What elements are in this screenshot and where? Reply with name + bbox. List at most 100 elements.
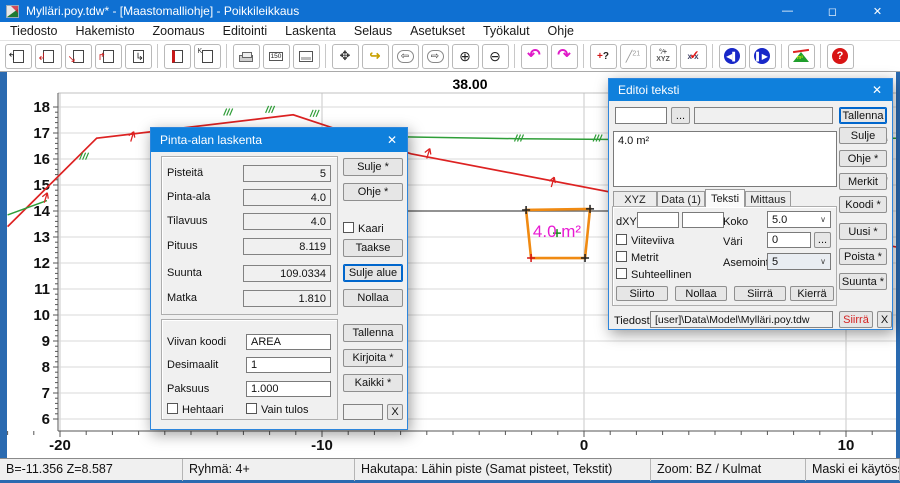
- button-kaikki[interactable]: Kaikki *: [343, 374, 403, 392]
- dy-input[interactable]: [682, 212, 724, 228]
- window-title: Mylläri.poy.tdw* - [Maastomalliohje] - P…: [26, 4, 299, 18]
- vari-input[interactable]: 0: [767, 232, 811, 248]
- menu-item-hakemisto[interactable]: Hakemisto: [67, 22, 142, 41]
- button-poista[interactable]: Poista *: [839, 248, 887, 265]
- doc-new-button[interactable]: [164, 44, 191, 69]
- dialog-title-bar[interactable]: Editoi teksti ✕: [609, 79, 892, 101]
- undo-button[interactable]: ↶: [521, 44, 548, 69]
- checkbox-suhteellinen[interactable]: [616, 268, 627, 279]
- angle-21-button[interactable]: ╱21: [620, 44, 647, 69]
- area-calc-button[interactable]: [788, 44, 815, 69]
- checkbox-viiteviiva[interactable]: [616, 234, 627, 245]
- checkbox-kaari[interactable]: [343, 222, 354, 233]
- button-merkit[interactable]: Merkit: [839, 173, 887, 190]
- section-station-label: 38.00: [452, 76, 487, 92]
- close-button[interactable]: ✕: [855, 0, 900, 22]
- asemointi-select[interactable]: 5∨: [767, 253, 831, 270]
- button-suunta[interactable]: Suunta *: [839, 273, 887, 290]
- view-prev-button[interactable]: ⇦: [392, 44, 419, 69]
- button-suljealue[interactable]: Sulje alue: [343, 264, 403, 282]
- browse-next-button[interactable]: ▌▶: [749, 44, 776, 69]
- print-button[interactable]: [233, 44, 260, 69]
- menu-item-tykalut[interactable]: Työkalut: [475, 22, 538, 41]
- close-icon[interactable]: ✕: [377, 128, 407, 152]
- button-koodi[interactable]: Koodi *: [839, 196, 887, 213]
- button-ohje[interactable]: Ohje *: [839, 150, 887, 167]
- param-input[interactable]: AREA: [246, 334, 331, 350]
- misc-field: [343, 404, 383, 420]
- doc-k-button[interactable]: K: [194, 44, 221, 69]
- page-setup-button[interactable]: [293, 44, 320, 69]
- file-open-button[interactable]: ↲: [35, 44, 62, 69]
- browse-prev-button[interactable]: ◀▌: [719, 44, 746, 69]
- button-siirra-mode[interactable]: Siirrä: [839, 311, 873, 328]
- minimize-button[interactable]: —: [765, 0, 810, 22]
- button-ohje[interactable]: Ohje *: [343, 183, 403, 201]
- button-sulje[interactable]: Sulje *: [343, 158, 403, 176]
- tab-data1[interactable]: Data (1): [657, 191, 705, 207]
- tab-teksti[interactable]: Teksti: [705, 189, 745, 207]
- button-siirr[interactable]: Siirrä: [734, 286, 786, 301]
- menu-item-zoomaus[interactable]: Zoomaus: [145, 22, 213, 41]
- button-kirjoita[interactable]: Kirjoita *: [343, 349, 403, 367]
- param-input[interactable]: 1.000: [246, 381, 331, 397]
- ellipsis-button[interactable]: ...: [671, 107, 690, 124]
- menu-item-laskenta[interactable]: Laskenta: [277, 22, 344, 41]
- add-point-query-button[interactable]: +?: [590, 44, 617, 69]
- xyz-plus-button[interactable]: °⁄+XYZ: [650, 44, 677, 69]
- menu-item-tiedosto[interactable]: Tiedosto: [2, 22, 65, 41]
- tab-xyz[interactable]: XYZ: [613, 191, 657, 207]
- button-x[interactable]: X: [877, 311, 892, 328]
- zoom-in-button[interactable]: ⊕: [452, 44, 479, 69]
- menu-item-editointi[interactable]: Editointi: [215, 22, 275, 41]
- button-taakse[interactable]: Taakse: [343, 239, 403, 257]
- button-x[interactable]: X: [387, 404, 403, 420]
- menu-item-selaus[interactable]: Selaus: [346, 22, 400, 41]
- status-group: Ryhmä: 4+: [183, 459, 355, 481]
- file-save-button[interactable]: ↘: [65, 44, 92, 69]
- menu-item-asetukset[interactable]: Asetukset: [402, 22, 473, 41]
- button-nollaa[interactable]: Nollaa: [343, 289, 403, 307]
- checkbox-hehtaari[interactable]: [167, 403, 178, 414]
- maximize-button[interactable]: ◻: [810, 0, 855, 22]
- button-tallenna[interactable]: Tallenna: [839, 107, 887, 124]
- zoom-extents-button[interactable]: ✥: [332, 44, 359, 69]
- close-icon[interactable]: ✕: [862, 79, 892, 101]
- result-label: Suunta: [167, 267, 202, 279]
- pan-button[interactable]: ↪: [362, 44, 389, 69]
- menu-item-ohje[interactable]: Ohje: [540, 22, 582, 41]
- y-axis-label: 12: [33, 255, 50, 272]
- button-siirto[interactable]: Siirto: [616, 286, 668, 301]
- scale-150-button[interactable]: 150: [263, 44, 290, 69]
- redo-button[interactable]: ↷: [551, 44, 578, 69]
- result-label: Tilavuus: [167, 215, 208, 227]
- checkbox-metrit[interactable]: [616, 251, 627, 262]
- checkbox-vaintulos[interactable]: [246, 403, 257, 414]
- button-uusi[interactable]: Uusi *: [839, 223, 887, 240]
- check-points-button[interactable]: x x: [680, 44, 707, 69]
- file-next-button[interactable]: ↳: [125, 44, 152, 69]
- button-sulje[interactable]: Sulje: [839, 127, 887, 144]
- file-saveas-button[interactable]: ↱: [95, 44, 122, 69]
- button-nollaa[interactable]: Nollaa: [675, 286, 727, 301]
- vari-ellipsis-button[interactable]: ...: [814, 232, 831, 248]
- koko-select[interactable]: 5.0∨: [767, 211, 831, 228]
- param-input[interactable]: 1: [246, 357, 331, 373]
- view-next-button[interactable]: ⇨: [422, 44, 449, 69]
- tab-mittaus[interactable]: Mittaus: [745, 191, 791, 207]
- status-mask: Maski ei käytössä: [806, 459, 900, 481]
- grass-hatch-mark: [515, 135, 524, 142]
- app-icon: [6, 5, 19, 18]
- checkbox-label: Kaari: [358, 223, 384, 235]
- help-button[interactable]: ?: [827, 44, 854, 69]
- file-prev-button[interactable]: ↰: [5, 44, 32, 69]
- y-axis-label: 17: [33, 125, 50, 142]
- dialog-title-bar[interactable]: Pinta-alan laskenta ✕: [151, 128, 407, 152]
- dx-input[interactable]: [637, 212, 679, 228]
- zoom-out-button[interactable]: ⊖: [482, 44, 509, 69]
- button-kierr[interactable]: Kierrä: [790, 286, 834, 301]
- code-input[interactable]: [615, 107, 667, 124]
- code-name-field: [694, 107, 833, 124]
- text-content-area[interactable]: 4.0 m²: [613, 131, 837, 187]
- button-tallenna[interactable]: Tallenna: [343, 324, 403, 342]
